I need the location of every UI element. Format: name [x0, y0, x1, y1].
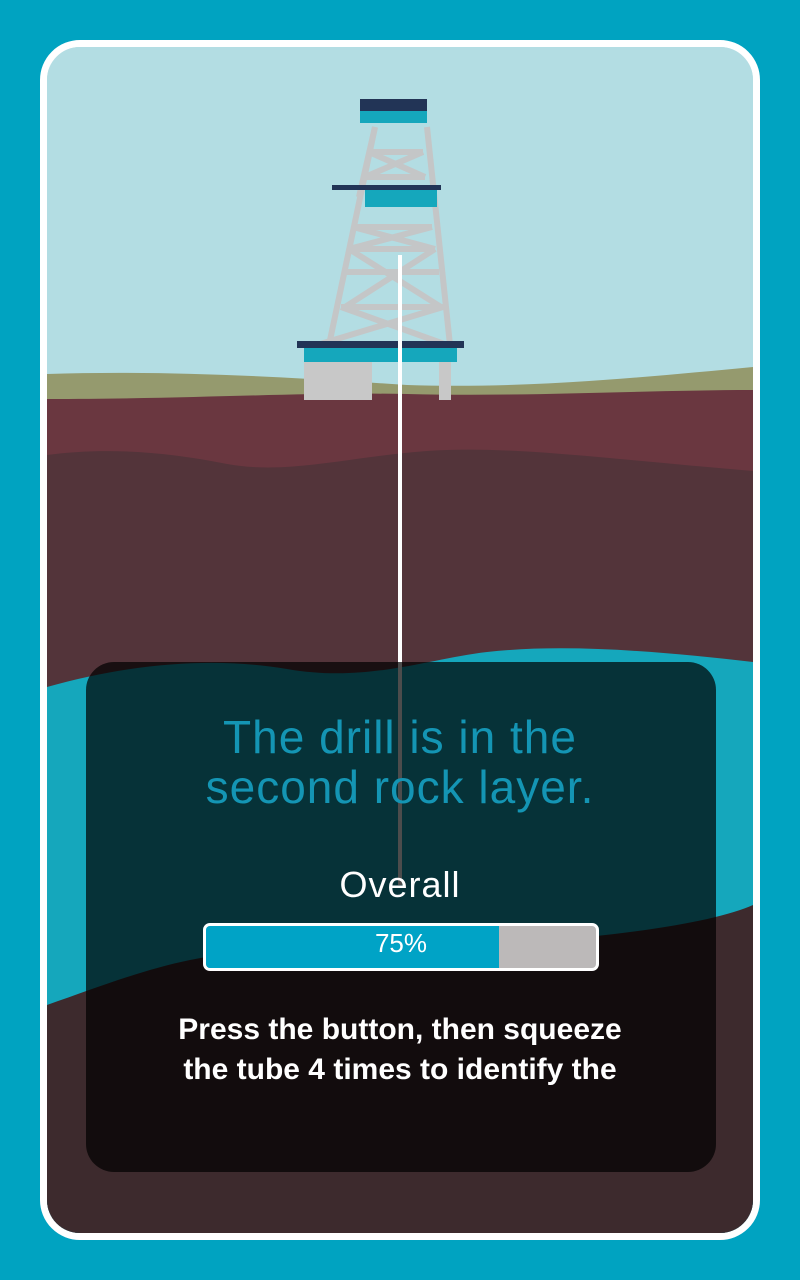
instructions-line-2: the tube 4 times to identify the: [183, 1053, 617, 1086]
drill-status-line-2: second rock layer.: [205, 761, 595, 813]
rig-middle-block: [365, 190, 437, 207]
drill-status-line-1: The drill is in the: [223, 711, 577, 763]
rig-middle-deck: [332, 185, 441, 190]
instructions-line-1: Press the button, then squeeze: [178, 1013, 622, 1046]
overall-progress-label: Overall: [339, 864, 461, 905]
rig-base-left: [304, 362, 372, 400]
rig-main-block: [304, 348, 457, 362]
progress-percent-text: 75%: [374, 928, 428, 958]
overall-progress-bar: 75%: [203, 923, 599, 971]
instructions-text: Press the button, then squeeze the tube …: [107, 1010, 693, 1090]
rig-crown-cap: [360, 99, 427, 111]
rig-base-right: [439, 362, 451, 400]
rig-crown-block: [360, 111, 427, 123]
rig-main-deck: [297, 341, 464, 348]
drill-status-text: The drill is in the second rock layer.: [47, 712, 753, 812]
drill-card: The drill is in the second rock layer. O…: [40, 40, 760, 1240]
